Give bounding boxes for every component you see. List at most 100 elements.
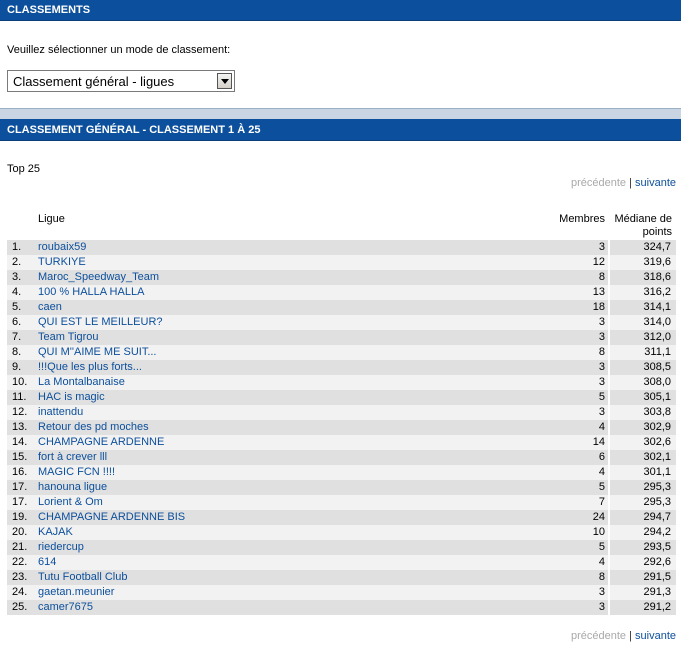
league-link[interactable]: HAC is magic	[38, 390, 105, 405]
league-link[interactable]: La Montalbanaise	[38, 375, 125, 390]
league-link[interactable]: QUI M''AIME ME SUIT...	[38, 345, 157, 360]
row-rank: 2.	[12, 256, 22, 268]
league-link[interactable]: Team Tigrou	[38, 330, 99, 345]
classements-header: CLASSEMENTS	[0, 0, 681, 21]
row-median-points: 305,1	[643, 391, 671, 403]
column-header-ligue: Ligue	[38, 213, 65, 225]
top-label: Top 25	[7, 163, 41, 175]
row-members: 18	[592, 301, 605, 313]
row-median-points: 291,3	[643, 586, 671, 598]
league-link[interactable]: camer7675	[38, 600, 93, 615]
next-link[interactable]: suivante	[635, 630, 676, 642]
row-median-points: 295,3	[643, 496, 671, 508]
column-divider	[608, 360, 610, 375]
row-median-points: 302,1	[643, 451, 671, 463]
table-row: 20. KAJAK 10 294,2	[7, 525, 676, 540]
row-median-points: 308,0	[643, 376, 671, 388]
column-divider	[608, 375, 610, 390]
row-rank: 17.	[12, 481, 28, 493]
row-members: 12	[592, 256, 605, 268]
table-row: 17. Lorient & Om 7 295,3	[7, 495, 676, 510]
table-row: 21. riedercup 5 293,5	[7, 540, 676, 555]
league-link[interactable]: 614	[38, 555, 56, 570]
chevron-down-icon	[221, 79, 229, 84]
league-link[interactable]: Retour des pd moches	[38, 420, 149, 435]
next-link[interactable]: suivante	[635, 177, 676, 189]
row-members: 3	[598, 331, 605, 343]
league-link[interactable]: caen	[38, 300, 62, 315]
pager-bottom: précédente | suivante	[571, 630, 676, 642]
previous-link: précédente	[570, 177, 627, 189]
row-members: 3	[598, 316, 605, 328]
column-divider	[608, 450, 610, 465]
league-link[interactable]: CHAMPAGNE ARDENNE BIS	[38, 510, 185, 525]
row-rank: 24.	[12, 586, 28, 598]
league-link[interactable]: KAJAK	[38, 525, 73, 540]
row-median-points: 302,9	[643, 421, 671, 433]
league-link[interactable]: Tutu Football Club	[38, 570, 127, 585]
league-link[interactable]: QUI EST LE MEILLEUR?	[38, 315, 163, 330]
row-median-points: 308,5	[643, 361, 671, 373]
column-divider	[608, 555, 610, 570]
row-rank: 3.	[12, 271, 22, 283]
column-header-mediane-line1: Médiane de	[614, 213, 673, 225]
row-rank: 22.	[12, 556, 28, 568]
row-median-points: 319,6	[643, 256, 671, 268]
table-row: 16. MAGIC FCN !!!! 4 301,1	[7, 465, 676, 480]
row-members: 6	[598, 451, 605, 463]
mode-prompt: Veuillez sélectionner un mode de classem…	[7, 44, 231, 56]
table-row: 6. QUI EST LE MEILLEUR? 3 314,0	[7, 315, 676, 330]
league-link[interactable]: Lorient & Om	[38, 495, 103, 510]
league-link[interactable]: Maroc_Speedway_Team	[38, 270, 159, 285]
table-row: 15. fort à crever lll 6 302,1	[7, 450, 676, 465]
row-rank: 5.	[12, 301, 22, 313]
column-divider	[608, 480, 610, 495]
table-row: 4. 100 % HALLA HALLA 13 316,2	[7, 285, 676, 300]
league-link[interactable]: riedercup	[38, 540, 84, 555]
column-divider	[608, 300, 610, 315]
ranking-mode-select[interactable]: Classement général - ligues	[7, 70, 235, 92]
column-divider	[608, 495, 610, 510]
column-divider	[608, 345, 610, 360]
row-median-points: 301,1	[643, 466, 671, 478]
league-link[interactable]: !!!Que les plus forts...	[38, 360, 142, 375]
column-header-mediane: Médiane de points	[608, 213, 673, 239]
league-link[interactable]: roubaix59	[38, 240, 86, 255]
dropdown-button[interactable]	[217, 73, 232, 89]
table-row: 9. !!!Que les plus forts... 3 308,5	[7, 360, 676, 375]
league-link[interactable]: CHAMPAGNE ARDENNE	[38, 435, 164, 450]
row-rank: 9.	[12, 361, 22, 373]
column-header-membres: Membres	[559, 213, 605, 225]
row-rank: 23.	[12, 571, 28, 583]
row-rank: 4.	[12, 286, 22, 298]
league-link[interactable]: TURKIYE	[38, 255, 86, 270]
row-median-points: 318,6	[643, 271, 671, 283]
table-row: 12. inattendu 3 303,8	[7, 405, 676, 420]
row-members: 4	[598, 466, 605, 478]
league-link[interactable]: fort à crever lll	[38, 450, 107, 465]
league-link[interactable]: gaetan.meunier	[38, 585, 114, 600]
league-link[interactable]: hanouna ligue	[38, 480, 107, 495]
row-rank: 13.	[12, 421, 28, 433]
pager-separator: |	[629, 177, 632, 189]
row-median-points: 291,2	[643, 601, 671, 613]
row-members: 3	[598, 586, 605, 598]
league-link[interactable]: MAGIC FCN !!!!	[38, 465, 115, 480]
table-row: 11. HAC is magic 5 305,1	[7, 390, 676, 405]
row-members: 3	[598, 406, 605, 418]
row-median-points: 293,5	[643, 541, 671, 553]
row-members: 7	[598, 496, 605, 508]
table-row: 25. camer7675 3 291,2	[7, 600, 676, 615]
row-rank: 7.	[12, 331, 22, 343]
row-median-points: 312,0	[643, 331, 671, 343]
column-divider	[608, 405, 610, 420]
league-link[interactable]: inattendu	[38, 405, 83, 420]
row-median-points: 294,7	[643, 511, 671, 523]
league-link[interactable]: 100 % HALLA HALLA	[38, 285, 144, 300]
section-separator	[0, 108, 681, 119]
section-title: CLASSEMENT GÉNÉRAL - CLASSEMENT 1 À 25	[0, 119, 681, 141]
row-members: 5	[598, 541, 605, 553]
table-row: 7. Team Tigrou 3 312,0	[7, 330, 676, 345]
row-rank: 19.	[12, 511, 28, 523]
table-row: 22. 614 4 292,6	[7, 555, 676, 570]
